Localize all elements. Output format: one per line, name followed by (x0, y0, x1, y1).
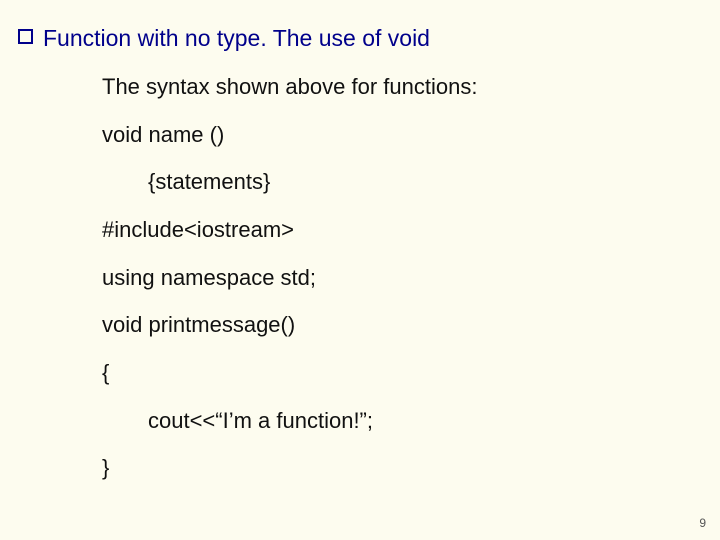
body-line: #include<iostream> (102, 215, 702, 245)
body-line: using namespace std; (102, 263, 702, 293)
body-line: {statements} (102, 167, 702, 197)
body-line: cout<<“I’m a function!”; (102, 406, 702, 436)
body-line: { (102, 358, 702, 388)
square-bullet-icon (18, 29, 33, 44)
body-line: The syntax shown above for functions: (102, 72, 702, 102)
body-line: void name () (102, 120, 702, 150)
body-line: void printmessage() (102, 310, 702, 340)
slide-heading: Function with no type. The use of void (43, 24, 430, 54)
slide: Function with no type. The use of void T… (0, 0, 720, 540)
body-block: The syntax shown above for functions: vo… (102, 72, 702, 483)
page-number: 9 (699, 516, 706, 530)
heading-row: Function with no type. The use of void (18, 24, 702, 54)
body-line: } (102, 453, 702, 483)
